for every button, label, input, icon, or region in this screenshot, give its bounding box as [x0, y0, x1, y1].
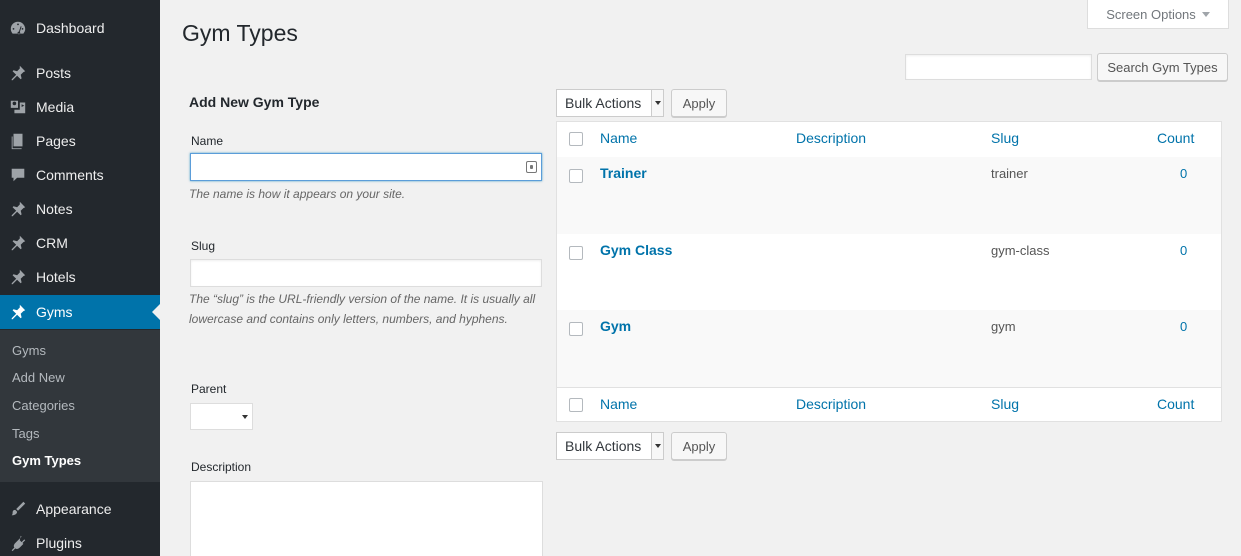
sidebar-item-label: Gyms — [36, 304, 73, 320]
name-help-text: The name is how it appears on your site. — [189, 187, 406, 201]
sidebar-item-label: Dashboard — [36, 20, 105, 36]
page-title: Gym Types — [182, 20, 298, 46]
select-all-checkbox[interactable] — [569, 132, 583, 146]
term-slug: gym-class — [991, 243, 1050, 258]
term-name-link[interactable]: Gym Class — [600, 242, 672, 258]
sidebar-item-label: Media — [36, 99, 75, 115]
submenu-item-gym-types[interactable]: Gym Types — [12, 453, 81, 468]
slug-label: Slug — [191, 239, 216, 253]
pin-icon — [0, 234, 36, 252]
gyms-submenu: Gyms Add New Categories Tags Gym Types — [0, 330, 160, 482]
admin-sidebar: Dashboard Posts Media Pages Comments Not… — [0, 0, 160, 556]
parent-select[interactable] — [190, 403, 253, 430]
sidebar-item-appearance[interactable]: Appearance — [0, 492, 160, 526]
column-count[interactable]: Count — [1157, 396, 1194, 412]
column-name[interactable]: Name — [600, 130, 637, 146]
sidebar-item-label: Comments — [36, 167, 104, 183]
apply-button-top[interactable]: Apply — [671, 89, 727, 117]
chevron-down-icon — [651, 433, 663, 459]
form-heading: Add New Gym Type — [189, 94, 320, 110]
apply-button-bottom[interactable]: Apply — [671, 432, 727, 460]
terms-table: Name Description Slug Count Trainer trai… — [556, 121, 1222, 422]
column-description[interactable]: Description — [796, 130, 866, 146]
caret-down-icon — [1201, 11, 1210, 17]
sidebar-item-label: CRM — [36, 235, 68, 251]
sidebar-item-gyms[interactable]: Gyms — [0, 295, 160, 329]
sidebar-item-label: Posts — [36, 65, 72, 81]
bulk-actions-select-top[interactable]: Bulk Actions — [556, 89, 664, 117]
search-input[interactable] — [905, 54, 1092, 80]
row-checkbox[interactable] — [569, 322, 583, 336]
table-footer: Name Description Slug Count — [557, 387, 1221, 423]
contact-card-icon[interactable] — [526, 161, 537, 173]
sidebar-item-label: Notes — [36, 201, 73, 217]
pin-icon — [0, 268, 36, 286]
pin-icon — [0, 303, 36, 321]
parent-label: Parent — [191, 382, 227, 396]
pin-icon — [0, 200, 36, 218]
sidebar-item-label: Plugins — [36, 535, 82, 551]
sidebar-item-posts[interactable]: Posts — [0, 56, 160, 90]
chevron-down-icon — [242, 415, 248, 419]
submenu-item-add-new[interactable]: Add New — [12, 370, 65, 385]
term-slug: gym — [991, 319, 1016, 334]
column-slug[interactable]: Slug — [991, 130, 1019, 146]
sidebar-item-label: Appearance — [36, 501, 112, 517]
bulk-actions-label: Bulk Actions — [565, 95, 642, 111]
term-name-link[interactable]: Gym — [600, 318, 631, 334]
term-count-link[interactable]: 0 — [1180, 319, 1187, 334]
term-count-link[interactable]: 0 — [1180, 166, 1187, 181]
screen-options-button[interactable]: Screen Options — [1087, 0, 1229, 29]
search-gym-types-button[interactable]: Search Gym Types — [1097, 53, 1228, 81]
paintbrush-icon — [0, 500, 36, 518]
name-label: Name — [191, 134, 224, 148]
pin-icon — [0, 64, 36, 82]
submenu-item-gyms[interactable]: Gyms — [12, 343, 46, 358]
slug-help-text: The “slug” is the URL-friendly version o… — [189, 292, 536, 326]
column-count[interactable]: Count — [1157, 130, 1194, 146]
pages-icon — [0, 132, 36, 150]
submenu-item-tags[interactable]: Tags — [12, 426, 39, 441]
slug-input[interactable] — [190, 259, 542, 287]
select-all-checkbox[interactable] — [569, 398, 583, 412]
active-indicator — [152, 304, 160, 320]
comment-icon — [0, 166, 36, 184]
bulk-actions-select-bottom[interactable]: Bulk Actions — [556, 432, 664, 460]
sidebar-item-media[interactable]: Media — [0, 90, 160, 124]
sidebar-item-crm[interactable]: CRM — [0, 226, 160, 260]
row-checkbox[interactable] — [569, 169, 583, 183]
table-row: Trainer trainer 0 — [557, 157, 1221, 234]
sidebar-item-plugins[interactable]: Plugins — [0, 526, 160, 556]
bulk-actions-label: Bulk Actions — [565, 438, 642, 454]
sidebar-item-hotels[interactable]: Hotels — [0, 260, 160, 294]
term-slug: trainer — [991, 166, 1028, 181]
submenu-item-categories[interactable]: Categories — [12, 398, 75, 413]
screen-options-label: Screen Options — [1106, 6, 1196, 22]
term-name-link[interactable]: Trainer — [600, 165, 647, 181]
table-row: Gym Class gym-class 0 — [557, 234, 1221, 311]
name-input[interactable] — [190, 153, 542, 181]
table-row: Gym gym 0 — [557, 310, 1221, 387]
sidebar-item-dashboard[interactable]: Dashboard — [0, 11, 160, 45]
column-slug[interactable]: Slug — [991, 396, 1019, 412]
description-label: Description — [191, 460, 252, 474]
column-description[interactable]: Description — [796, 396, 866, 412]
sidebar-item-label: Hotels — [36, 269, 76, 285]
sidebar-item-comments[interactable]: Comments — [0, 158, 160, 192]
sidebar-item-pages[interactable]: Pages — [0, 124, 160, 158]
term-count-link[interactable]: 0 — [1180, 243, 1187, 258]
table-header: Name Description Slug Count — [557, 122, 1221, 158]
description-textarea[interactable] — [190, 481, 543, 556]
row-checkbox[interactable] — [569, 246, 583, 260]
chevron-down-icon — [651, 90, 663, 116]
media-icon — [0, 98, 36, 116]
sidebar-item-notes[interactable]: Notes — [0, 192, 160, 226]
column-name[interactable]: Name — [600, 396, 637, 412]
dashboard-icon — [0, 19, 36, 37]
plugin-icon — [0, 534, 36, 552]
sidebar-item-label: Pages — [36, 133, 76, 149]
